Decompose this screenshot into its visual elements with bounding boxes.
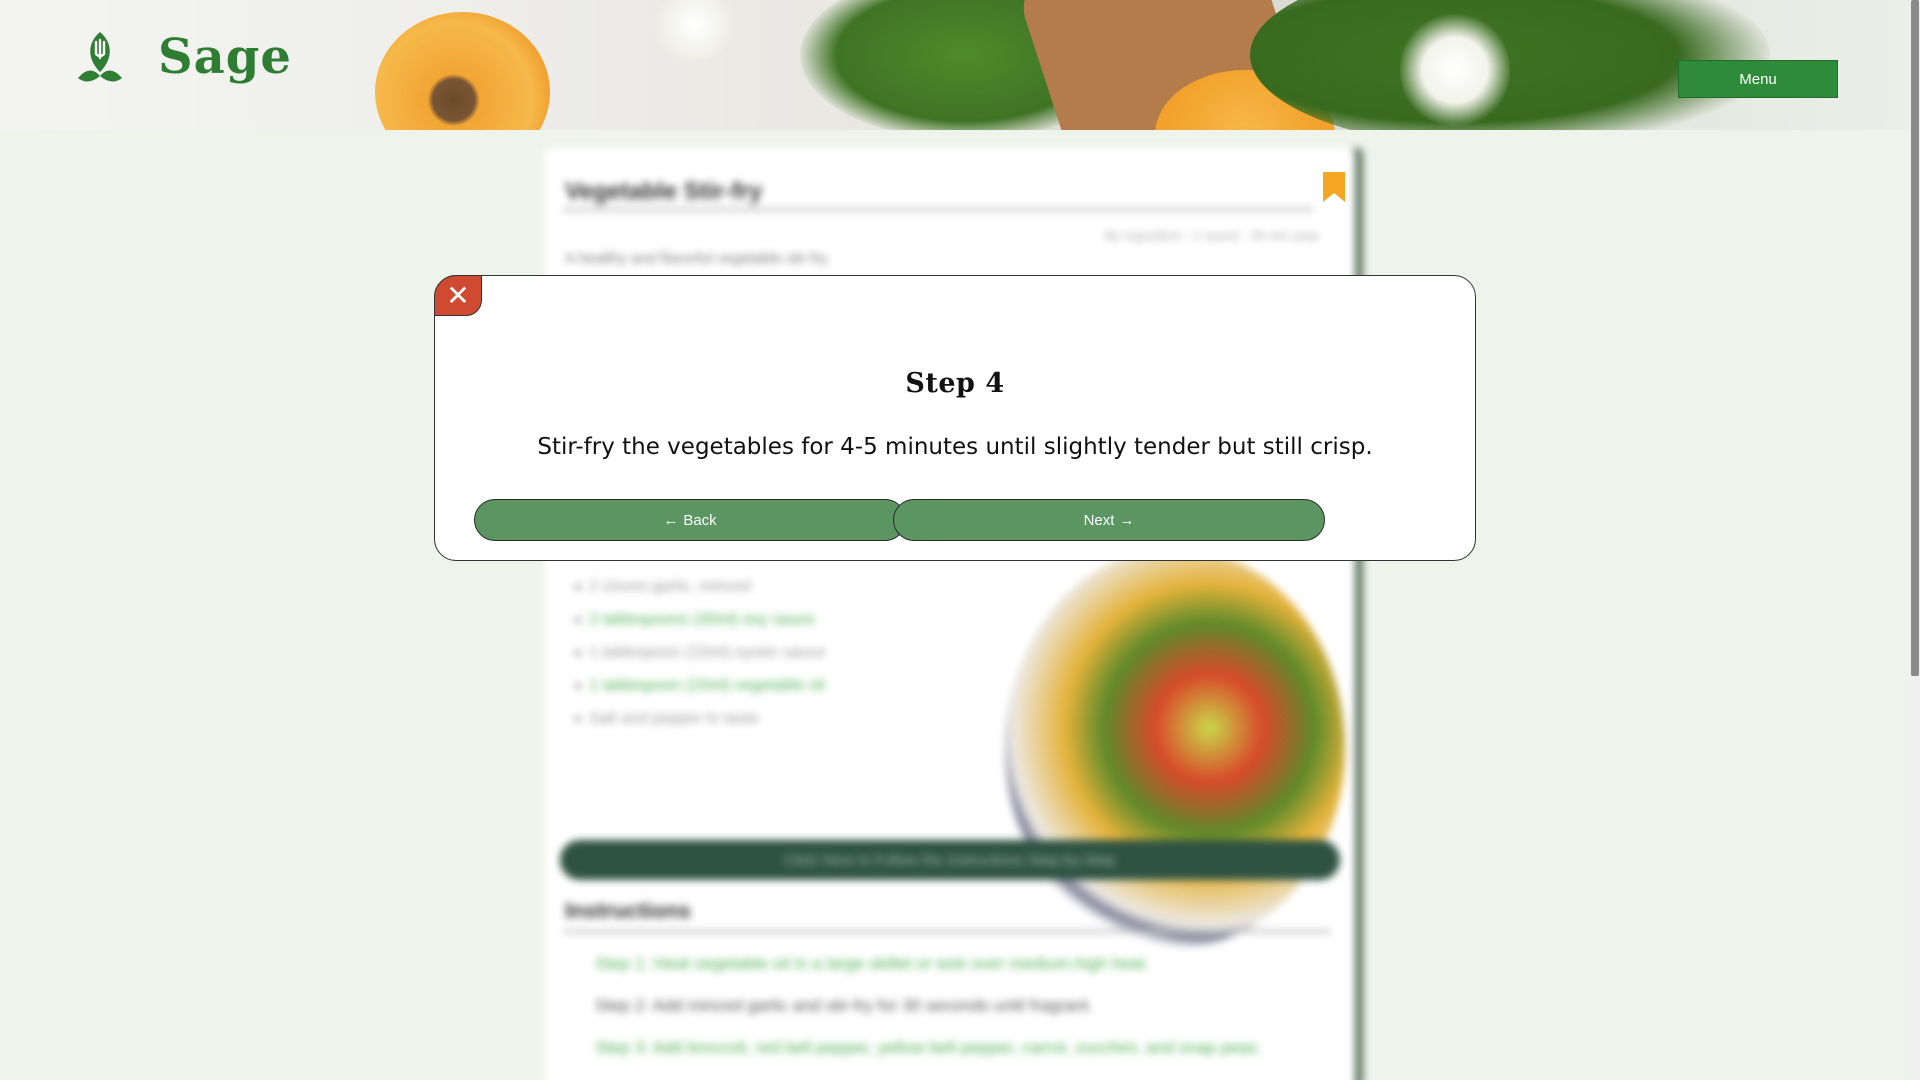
bullet-icon: [575, 650, 581, 656]
flowers-small-image: [650, 0, 740, 60]
ingredient-item[interactable]: Salt and pepper to taste: [575, 710, 759, 728]
apricot-image: [375, 12, 550, 130]
step-modal: ✕ Step 4 Stir-fry the vegetables for 4-5…: [434, 275, 1476, 561]
next-label: Next: [1083, 511, 1115, 529]
menu-button[interactable]: Menu: [1678, 60, 1838, 98]
bullet-icon: [575, 584, 581, 590]
ingredient-label: 1 tablespoon (15ml) oyster sauce: [589, 644, 826, 661]
recipe-description: A healthy and flavorful vegetable stir-f…: [565, 250, 828, 267]
arrow-right-icon: →: [1119, 511, 1135, 529]
ingredient-label: 2 tablespoons (30ml) soy sauce: [589, 611, 815, 628]
food-image: [1005, 548, 1345, 948]
flowers-image: [1400, 10, 1510, 130]
instructions-title: Instructions: [565, 898, 691, 923]
bullet-icon: [575, 617, 581, 623]
ingredient-label: 1 tablespoon (15ml) vegetable oil: [589, 677, 825, 694]
instruction-step: Step 1: Heat vegetable oil in a large sk…: [595, 954, 1150, 973]
step-title: Step 4: [905, 368, 1005, 399]
ingredient-item[interactable]: 2 cloves garlic, minced: [575, 578, 751, 596]
recipe-title: Vegetable Stir-fry: [565, 178, 763, 205]
step-text: Stir-fry the vegetables for 4-5 minutes …: [537, 434, 1373, 460]
arrow-left-icon: ←: [663, 511, 679, 529]
close-icon: ✕: [446, 280, 470, 311]
ingredient-label: 2 cloves garlic, minced: [589, 578, 751, 595]
instructions-divider: [563, 930, 1331, 933]
bookmark-icon[interactable]: [1323, 172, 1345, 202]
scrollbar-thumb[interactable]: [1911, 0, 1919, 676]
recipe-meta: By Ingredient · 2 saved · 30 min prep: [1105, 228, 1319, 243]
close-button[interactable]: ✕: [434, 275, 482, 316]
back-label: Back: [683, 511, 717, 529]
step-by-step-button[interactable]: Click Here to Follow the Instructions St…: [560, 840, 1340, 880]
title-divider: [563, 208, 1313, 211]
logo-text: Sage: [158, 29, 292, 85]
header-banner: Sage Menu: [0, 0, 1910, 130]
bullet-icon: [575, 683, 581, 689]
logo[interactable]: Sage: [72, 28, 292, 86]
ingredient-item[interactable]: 1 tablespoon (15ml) vegetable oil: [575, 677, 825, 695]
back-button[interactable]: ← Back: [474, 499, 906, 541]
instruction-step: Step 3: Add broccoli, red bell pepper, y…: [595, 1038, 1258, 1057]
bullet-icon: [575, 716, 581, 722]
next-button[interactable]: Next →: [893, 499, 1325, 541]
instruction-step: Step 2: Add minced garlic and stir-fry f…: [595, 996, 1093, 1015]
sage-logo-icon: [78, 32, 122, 82]
ingredient-item[interactable]: 2 tablespoons (30ml) soy sauce: [575, 611, 815, 629]
ingredient-label: Salt and pepper to taste: [589, 710, 759, 727]
ingredient-item[interactable]: 1 tablespoon (15ml) oyster sauce: [575, 644, 826, 662]
